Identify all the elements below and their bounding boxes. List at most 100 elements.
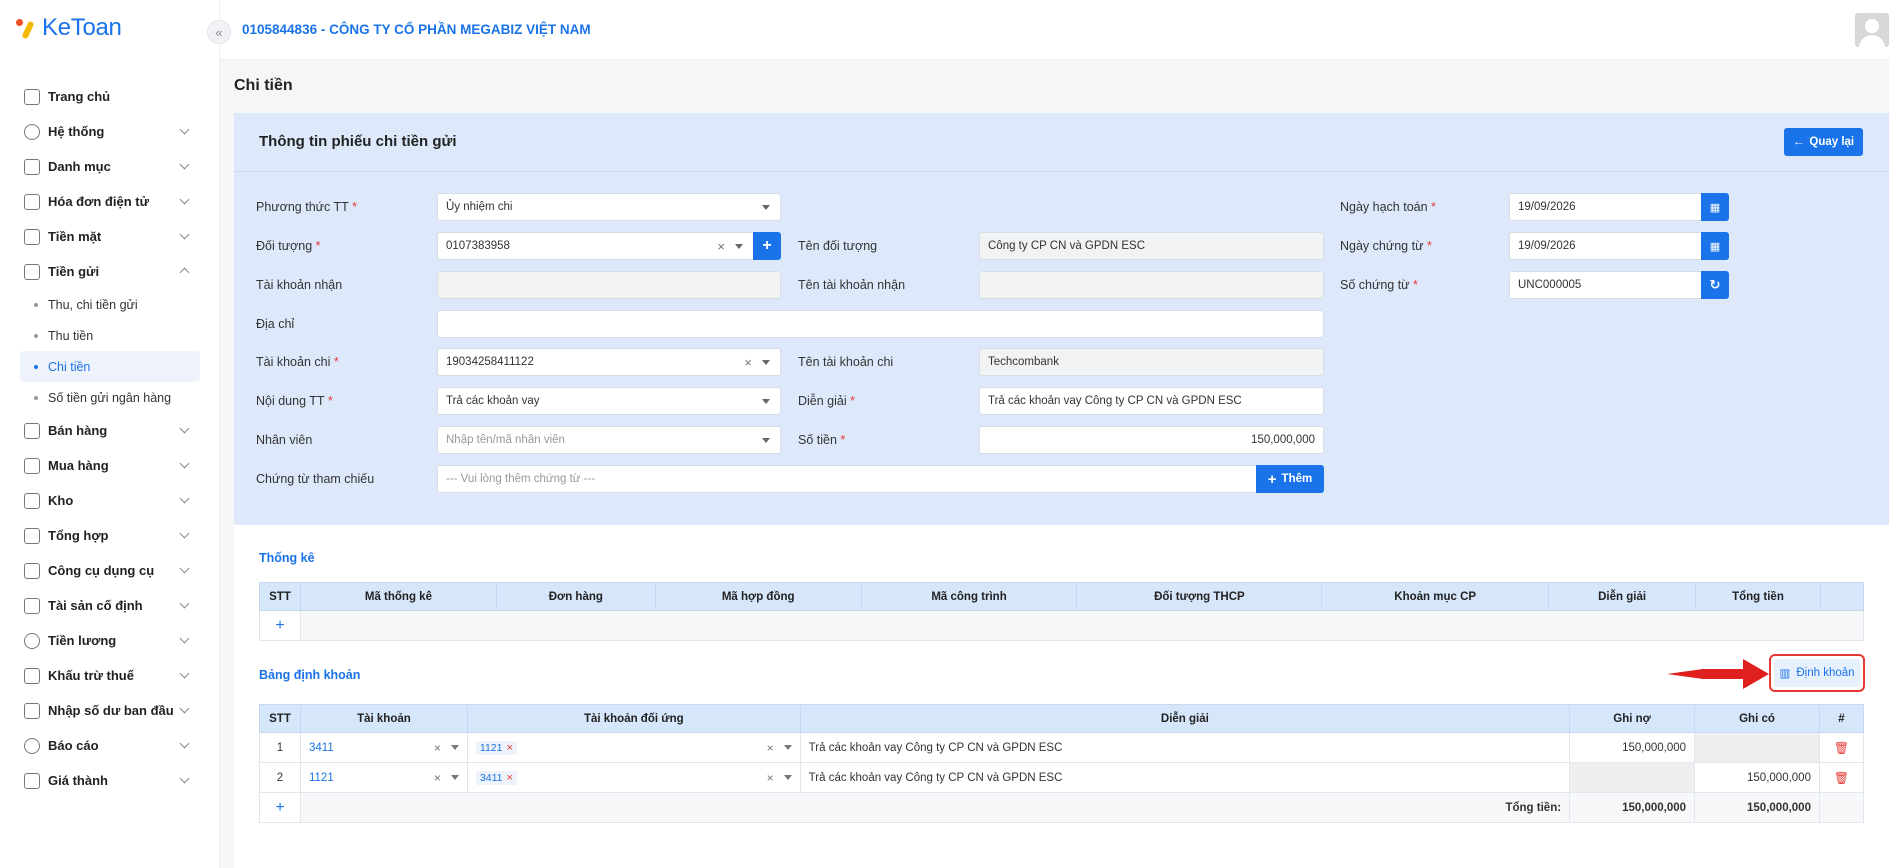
logo-text: KeToan <box>42 14 122 41</box>
app-logo[interactable]: KeToan <box>16 14 122 42</box>
ghi-co-cell[interactable]: 150,000,000 <box>1694 762 1820 793</box>
stt-cell: 2 <box>259 762 301 793</box>
sidebar-item-gia-thanh[interactable]: Giá thành <box>0 763 220 798</box>
ten-doi-tuong-field[interactable]: Công ty CP CN và GPDN ESC <box>979 232 1324 260</box>
label-tai-khoan-nhan: Tài khoản nhận <box>256 278 343 292</box>
back-button[interactable]: ← Quay lại <box>1784 128 1863 156</box>
label-so-chung-tu: Số chứng từ * <box>1340 278 1418 292</box>
sidebar-item-bao-cao[interactable]: Báo cáo <box>0 728 220 763</box>
tai-khoan-cell[interactable]: 1121 × <box>299 762 468 793</box>
sidebar-item-ban-hang[interactable]: Bán hàng <box>0 413 220 448</box>
delete-row-button[interactable]: 🗑 <box>1818 732 1865 763</box>
sidebar-item-tong-hop[interactable]: Tổng hợp <box>0 518 220 553</box>
back-button-label: Quay lại <box>1809 136 1855 148</box>
sidebar-item-tien-mat[interactable]: Tiền mặt <box>0 219 220 254</box>
sidebar-item-hoa-don[interactable]: Hóa đơn điện tử <box>0 184 220 219</box>
label-ten-tk-nhan: Tên tài khoản nhận <box>798 278 906 292</box>
sidebar-item-label: Công cụ dụng cụ <box>48 563 155 578</box>
collapse-sidebar-button[interactable]: « <box>207 20 231 44</box>
sidebar-item-mua-hang[interactable]: Mua hàng <box>0 448 220 483</box>
dien-giai-cell[interactable]: Trả các khoản vay Công ty CP CN và GPDN … <box>799 762 1571 793</box>
dinh-khoan-table: STT Tài khoản Tài khoản đối ứng Diễn giả… <box>259 704 1865 823</box>
sidebar-item-cong-cu[interactable]: Công cụ dụng cụ <box>0 553 220 588</box>
chevron-down-icon <box>179 528 190 539</box>
chevron-down-icon <box>179 563 190 574</box>
add-chung-tu-label: Thêm <box>1281 473 1313 485</box>
calendar-button[interactable]: ▦ <box>1701 193 1729 221</box>
chung-tu-field[interactable]: --- Vui lòng thêm chứng từ --- <box>437 465 1257 493</box>
dinh-khoan-title: Bảng định khoản <box>259 668 361 682</box>
sidebar-item-khau-tru[interactable]: Khấu trừ thuế <box>0 658 220 693</box>
remove-tag-icon[interactable]: × <box>506 772 512 784</box>
so-chung-tu-field[interactable]: UNC000005 <box>1509 271 1702 299</box>
clear-icon[interactable]: × <box>767 771 774 785</box>
add-row-button[interactable]: + <box>259 792 301 823</box>
dinh-khoan-button[interactable]: ▥ Định khoản <box>1769 654 1865 692</box>
dien-giai-cell[interactable]: Trả các khoản vay Công ty CP CN và GPDN … <box>799 732 1571 763</box>
total-ghi-no: 150,000,000 <box>1569 792 1696 823</box>
add-chung-tu-button[interactable]: + Thêm <box>1256 465 1324 493</box>
purchase-icon <box>24 457 40 474</box>
refresh-button[interactable]: ↻ <box>1701 271 1729 299</box>
sidebar-item-so-du[interactable]: Nhập số dư ban đầu <box>0 693 220 728</box>
ngay-chung-tu-field[interactable]: 19/09/2026 <box>1509 232 1702 260</box>
sidebar-item-tien-gui[interactable]: Tiền gửi <box>0 254 220 289</box>
sidebar-item-kho[interactable]: Kho <box>0 483 220 518</box>
sidebar-subitem-thu-chi[interactable]: Thu, chi tiền gửi <box>0 289 220 320</box>
ten-tk-chi-field[interactable]: Techcombank <box>979 348 1324 376</box>
ngay-hach-toan-field[interactable]: 19/09/2026 <box>1509 193 1702 221</box>
doi-tuong-select[interactable]: 0107383958 × <box>437 232 754 260</box>
balance-icon <box>24 702 40 719</box>
col-header: # <box>1818 704 1865 733</box>
ghi-co-cell[interactable] <box>1694 732 1820 763</box>
arrow-left-icon: ← <box>1792 136 1805 148</box>
clear-icon[interactable]: × <box>434 741 441 755</box>
chevron-down-icon <box>179 229 190 240</box>
caret-down-icon <box>762 399 770 404</box>
sidebar-item-tien-luong[interactable]: Tiền lương <box>0 623 220 658</box>
divider <box>234 171 1889 172</box>
account-tag: 3411 × <box>475 770 517 785</box>
avatar[interactable] <box>1855 13 1889 47</box>
phuong-thuc-value: Ủy nhiệm chi <box>446 201 513 213</box>
tai-khoan-doi-ung-cell[interactable]: 1121 × × <box>466 732 801 763</box>
sidebar-item-he-thong[interactable]: Hệ thống <box>0 114 220 149</box>
tai-khoan-nhan-field[interactable] <box>437 271 781 299</box>
add-row-button[interactable]: + <box>259 610 301 641</box>
so-tien-field[interactable]: 150,000,000 <box>979 426 1324 454</box>
sidebar-item-trang-chu[interactable]: Trang chủ <box>0 79 220 114</box>
add-doi-tuong-button[interactable]: + <box>753 232 781 260</box>
nhan-vien-select[interactable]: Nhập tên/mã nhân viên <box>437 426 781 454</box>
sidebar-subitem-chi-tien[interactable]: Chi tiền <box>20 351 200 382</box>
tai-khoan-chi-select[interactable]: 19034258411122 × <box>437 348 781 376</box>
sidebar-subitem-thu-tien[interactable]: Thu tiền <box>0 320 220 351</box>
sidebar-item-tai-san[interactable]: Tài sản cố định <box>0 588 220 623</box>
dia-chi-field[interactable] <box>437 310 1324 338</box>
ghi-no-cell[interactable]: 150,000,000 <box>1569 732 1696 763</box>
tax-icon <box>24 667 40 684</box>
so-chung-tu-value: UNC000005 <box>1518 279 1582 291</box>
tai-khoan-doi-ung-cell[interactable]: 3411 × × <box>466 762 801 793</box>
clear-icon[interactable]: × <box>744 355 752 370</box>
noi-dung-select[interactable]: Trả các khoản vay <box>437 387 781 415</box>
sidebar-subitem-so-tien-gui[interactable]: Số tiền gửi ngân hàng <box>0 382 220 413</box>
col-header: STT <box>259 582 301 611</box>
chevron-down-icon <box>179 124 190 135</box>
tai-khoan-cell[interactable]: 3411 × <box>299 732 468 763</box>
label-nhan-vien: Nhân viên <box>256 433 313 447</box>
calendar-button[interactable]: ▦ <box>1701 232 1729 260</box>
dien-giai-value: Trả các khoản vay Công ty CP CN và GPDN … <box>988 395 1242 407</box>
ten-tk-nhan-field[interactable] <box>979 271 1324 299</box>
clear-icon[interactable]: × <box>434 771 441 785</box>
dien-giai-field[interactable]: Trả các khoản vay Công ty CP CN và GPDN … <box>979 387 1324 415</box>
sale-icon <box>24 422 40 439</box>
ghi-no-cell[interactable] <box>1569 762 1696 793</box>
clear-icon[interactable]: × <box>767 741 774 755</box>
caret-down-icon <box>783 775 792 780</box>
phuong-thuc-select[interactable]: Ủy nhiệm chi <box>437 193 781 221</box>
clear-icon[interactable]: × <box>717 239 725 254</box>
col-header: STT <box>259 704 301 733</box>
remove-tag-icon[interactable]: × <box>506 742 512 754</box>
sidebar-item-danh-muc[interactable]: Danh mục <box>0 149 220 184</box>
delete-row-button[interactable]: 🗑 <box>1818 762 1865 793</box>
